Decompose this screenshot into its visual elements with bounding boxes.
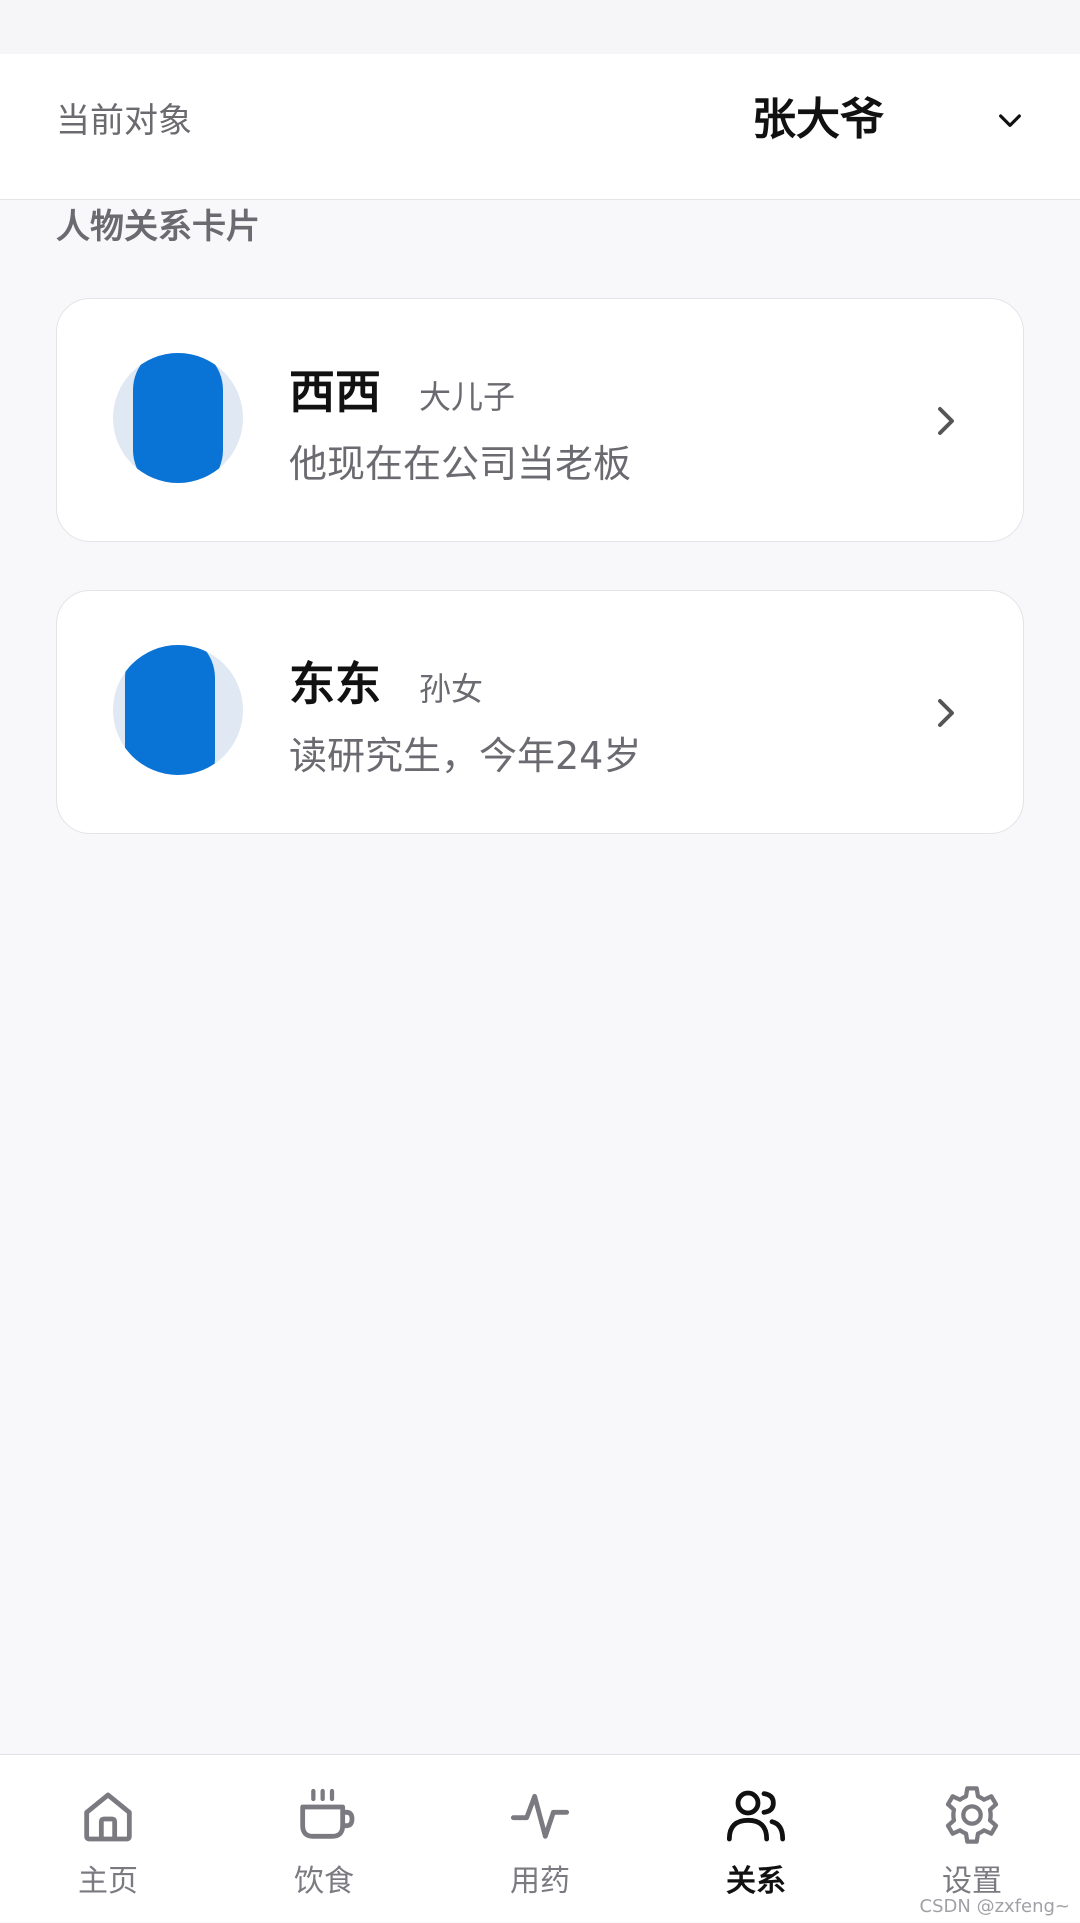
cup-icon <box>300 1788 355 1839</box>
current-target-label: 当前对象 <box>56 101 192 141</box>
avatar-redaction <box>133 353 223 483</box>
tab-medication[interactable]: 用药 <box>432 1755 648 1923</box>
section-title: 人物关系卡片 <box>56 207 260 247</box>
relation-label: 大儿子 <box>419 378 516 416</box>
tab-relations[interactable]: 关系 <box>648 1755 864 1923</box>
chevron-down-icon <box>999 114 1021 127</box>
tab-settings-label: 设置 <box>942 1864 1002 1899</box>
bottom-tab-bar: 主页 饮食 用药 关系 设置 <box>0 1754 1080 1922</box>
person-name: 西西 <box>289 365 381 419</box>
person-selector[interactable]: 张大爷 <box>752 90 1026 150</box>
status-bar <box>0 0 1080 54</box>
person-name: 东东 <box>289 657 381 711</box>
chevron-right-icon <box>938 407 954 435</box>
current-person-name: 张大爷 <box>752 94 884 145</box>
gear-icon <box>945 1786 999 1844</box>
home-icon <box>84 1792 132 1842</box>
watermark: CSDN @zxfeng~ <box>919 1896 1070 1917</box>
tab-diet-label: 饮食 <box>294 1864 354 1899</box>
header: 当前对象 张大爷 <box>0 54 1080 200</box>
avatar <box>113 353 243 483</box>
relation-card[interactable]: 西西 大儿子 他现在在公司当老板 <box>56 298 1024 542</box>
avatar-redaction <box>125 645 215 775</box>
relation-label: 孙女 <box>419 670 484 708</box>
tab-medication-label: 用药 <box>510 1864 570 1899</box>
tab-home-label: 主页 <box>78 1864 138 1899</box>
chevron-right-icon <box>938 699 954 727</box>
person-description: 读研究生，今年24岁 <box>289 734 642 778</box>
tab-relations-label: 关系 <box>726 1864 786 1899</box>
tab-diet[interactable]: 饮食 <box>216 1755 432 1923</box>
pulse-icon <box>510 1793 570 1839</box>
avatar <box>113 645 243 775</box>
relation-card[interactable]: 东东 孙女 读研究生，今年24岁 <box>56 590 1024 834</box>
users-icon <box>726 1790 786 1842</box>
tab-home[interactable]: 主页 <box>0 1755 216 1923</box>
person-description: 他现在在公司当老板 <box>289 442 632 486</box>
